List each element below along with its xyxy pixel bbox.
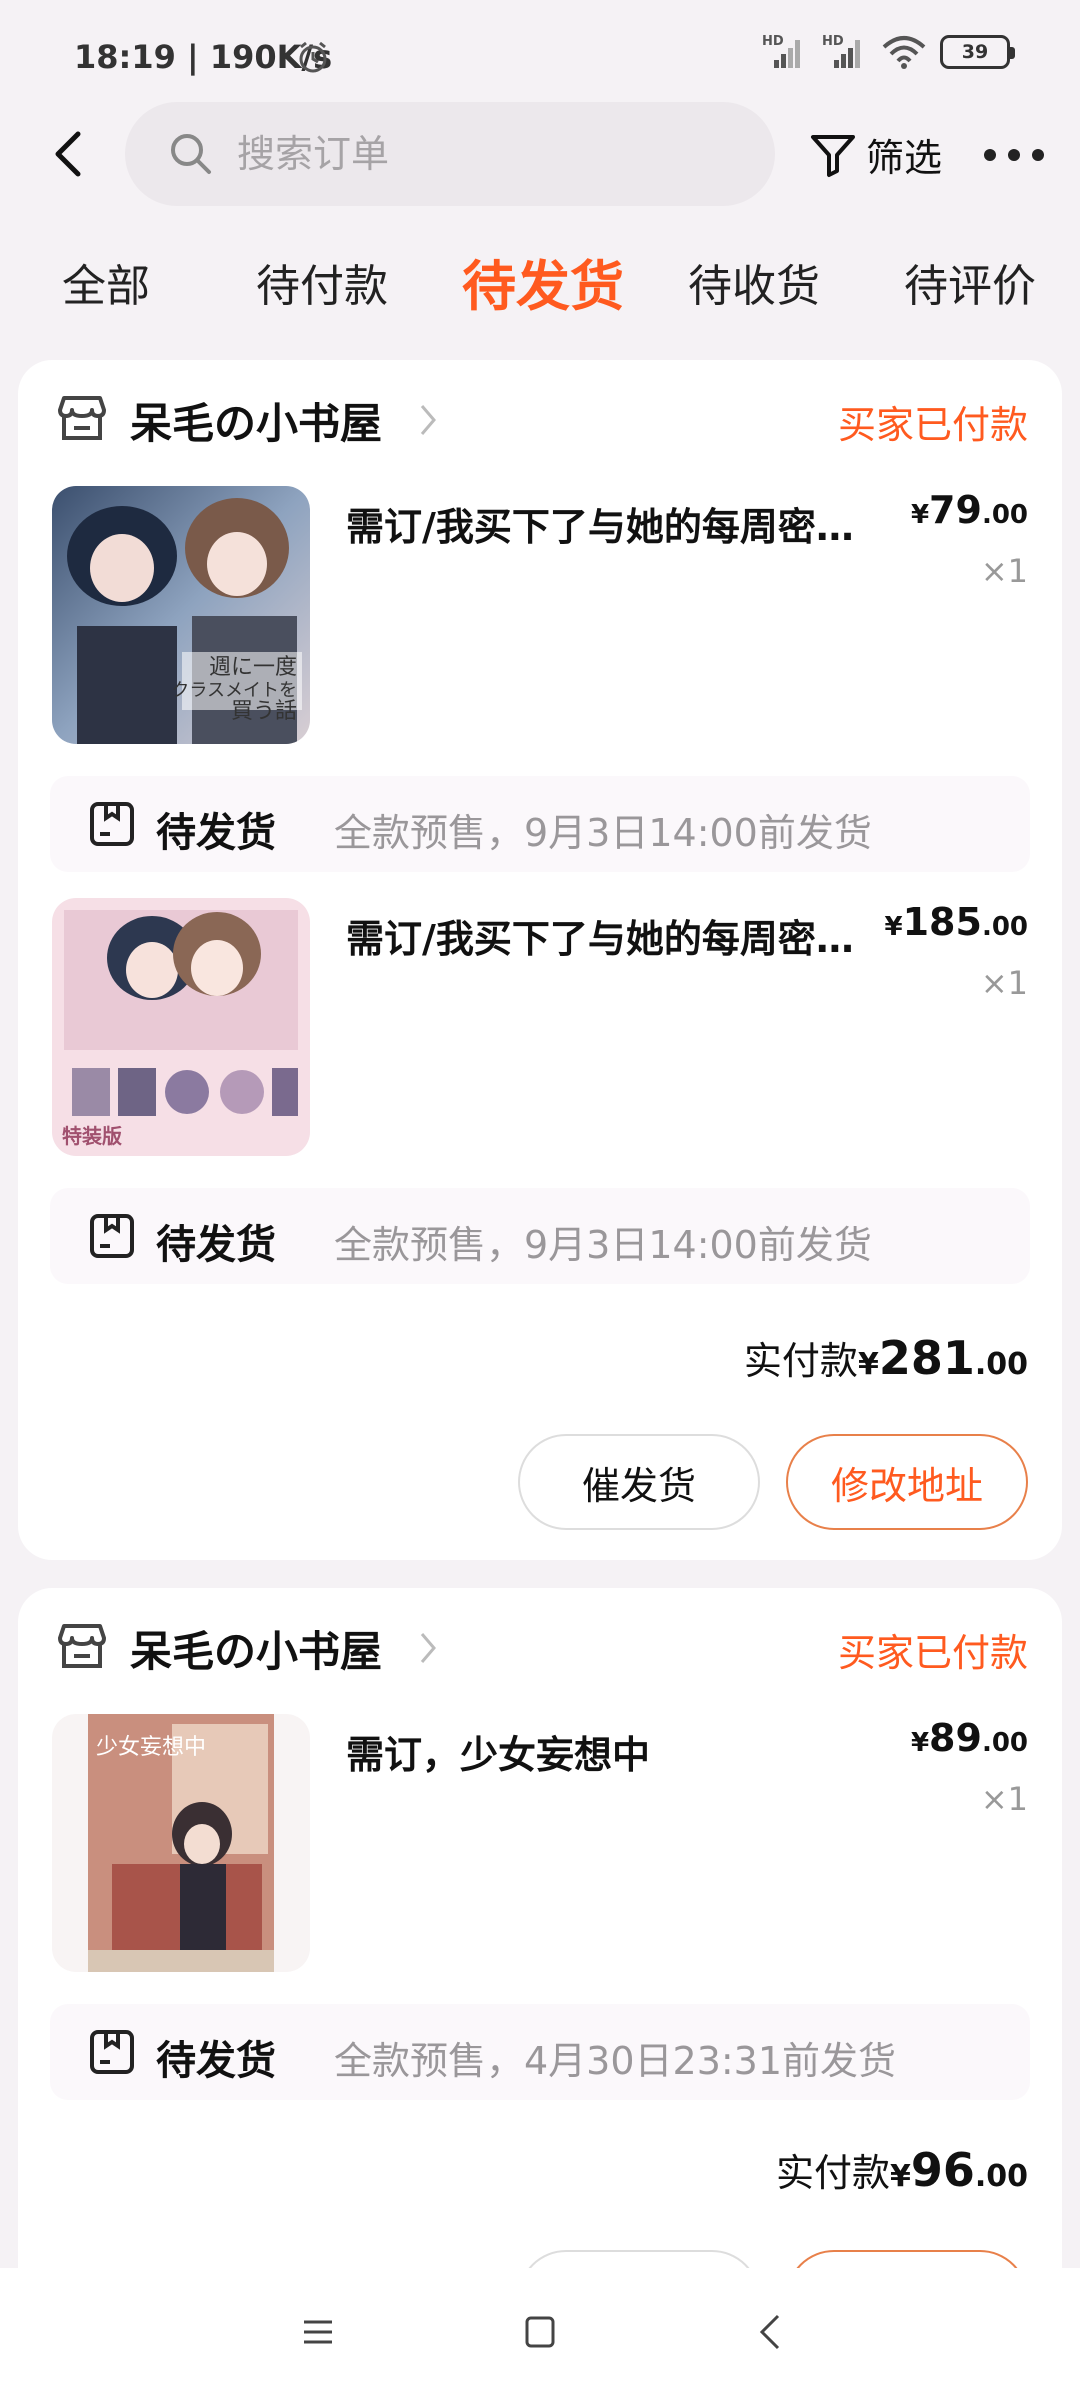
- dot-icon: [984, 149, 996, 161]
- order-status: 买家已付款: [837, 1631, 1028, 1675]
- back-icon[interactable]: [758, 2312, 782, 2352]
- shop-name[interactable]: 呆毛の小书屋: [130, 1618, 382, 1679]
- product-price: ¥185.00: [884, 900, 1028, 944]
- shop-icon: [58, 1624, 106, 1668]
- order-item[interactable]: 少女妄想中 需订，少女妄想中 ¥89.00 ×1: [18, 1714, 1062, 1984]
- order-tabs: 全部 待付款 待发货 待收货 待评价: [0, 240, 1080, 320]
- svg-text:クラスメイトを: クラスメイトを: [171, 680, 297, 701]
- shipping-note: 全款预售，4月30日23:31前发货: [334, 2039, 897, 2083]
- svg-text:週に一度: 週に一度: [209, 655, 297, 680]
- menu-icon[interactable]: [300, 2314, 336, 2350]
- shipping-info-bar: 待发货 全款预售，9月3日14:00前发货: [50, 776, 1030, 872]
- filter-label: 筛选: [866, 135, 943, 180]
- order-card: 呆毛の小书屋 买家已付款 週に一度 クラスメイトを 買う話 需订/我买下了与她的…: [18, 360, 1062, 1560]
- shop-header[interactable]: 呆毛の小书屋 买家已付款: [18, 1588, 1062, 1698]
- product-cover-image[interactable]: 特装版: [52, 898, 310, 1156]
- svg-text:特装版: 特装版: [62, 1124, 122, 1148]
- order-item[interactable]: 週に一度 クラスメイトを 買う話 需订/我买下了与她的每周密… ¥79.00 ×…: [18, 486, 1062, 756]
- dot-icon: [1032, 149, 1044, 161]
- chevron-right-icon: [420, 1633, 436, 1663]
- system-nav-bar: [0, 2268, 1080, 2400]
- home-icon[interactable]: [524, 2314, 556, 2350]
- svg-text:買う話: 買う話: [231, 699, 297, 724]
- shipping-note: 全款预售，9月3日14:00前发货: [334, 811, 872, 855]
- shop-icon: [58, 396, 106, 440]
- product-quantity: ×1: [980, 964, 1028, 1002]
- wifi-icon: [882, 36, 926, 69]
- cellular-signal-icon: HD: [822, 34, 868, 70]
- shop-header[interactable]: 呆毛の小书屋 买家已付款: [18, 360, 1062, 470]
- order-item[interactable]: 特装版 需订/我买下了与她的每周密… ¥185.00 ×1: [18, 898, 1062, 1168]
- package-icon: [90, 802, 134, 846]
- product-price: ¥79.00: [910, 488, 1028, 532]
- shipping-info-bar: 待发货 全款预售，9月3日14:00前发货: [50, 1188, 1030, 1284]
- tab-pending-receipt[interactable]: 待收货: [688, 250, 820, 314]
- change-address-button[interactable]: 修改地址: [786, 1434, 1028, 1530]
- shipping-status: 待发货: [156, 810, 276, 856]
- product-cover-image[interactable]: 週に一度 クラスメイトを 買う話: [52, 486, 310, 744]
- svg-text:少女妄想中: 少女妄想中: [96, 1735, 206, 1760]
- chevron-right-icon: [420, 405, 436, 435]
- filter-button[interactable]: 筛选: [808, 122, 942, 186]
- shipping-note: 全款预售，9月3日14:00前发货: [334, 1223, 872, 1267]
- status-bar: 18:19 | 190K/s HD HD 39: [0, 0, 1080, 110]
- urge-shipment-button[interactable]: 催发货: [518, 1434, 760, 1530]
- dot-icon: [1008, 149, 1020, 161]
- tab-pending-payment[interactable]: 待付款: [256, 250, 388, 314]
- product-quantity: ×1: [980, 552, 1028, 590]
- shipping-status: 待发货: [156, 1222, 276, 1268]
- product-cover-image[interactable]: 少女妄想中: [52, 1714, 310, 1972]
- search-box[interactable]: [125, 102, 775, 206]
- product-title[interactable]: 需订/我买下了与她的每周密…: [346, 908, 906, 963]
- product-title[interactable]: 需订/我买下了与她的每周密…: [346, 496, 906, 551]
- paid-amount: 实付款¥96.00: [775, 2143, 1028, 2197]
- tab-pending-review[interactable]: 待评价: [904, 250, 1036, 314]
- product-quantity: ×1: [980, 1780, 1028, 1818]
- battery-icon: 39: [940, 35, 1015, 69]
- header: 筛选: [0, 100, 1080, 210]
- paid-amount: 实付款¥281.00: [743, 1331, 1028, 1385]
- search-input[interactable]: [237, 128, 737, 180]
- tab-pending-shipment[interactable]: 待发货: [462, 242, 624, 321]
- search-icon: [171, 134, 211, 174]
- product-price: ¥89.00: [910, 1716, 1028, 1760]
- cellular-signal-icon: HD: [762, 34, 808, 70]
- order-status: 买家已付款: [837, 403, 1028, 447]
- shipping-status: 待发货: [156, 2038, 276, 2084]
- product-title[interactable]: 需订，少女妄想中: [346, 1724, 906, 1779]
- shop-name[interactable]: 呆毛の小书屋: [130, 390, 382, 451]
- back-arrow-icon[interactable]: [44, 126, 94, 182]
- status-time: 18:19 | 190K/s: [74, 38, 333, 76]
- package-icon: [90, 1214, 134, 1258]
- package-icon: [90, 2030, 134, 2074]
- shipping-info-bar: 待发货 全款预售，4月30日23:31前发货: [50, 2004, 1030, 2100]
- alarm-icon: [299, 41, 327, 73]
- more-options-button[interactable]: [984, 140, 1044, 170]
- filter-icon: [811, 135, 855, 177]
- tab-all[interactable]: 全部: [62, 250, 150, 314]
